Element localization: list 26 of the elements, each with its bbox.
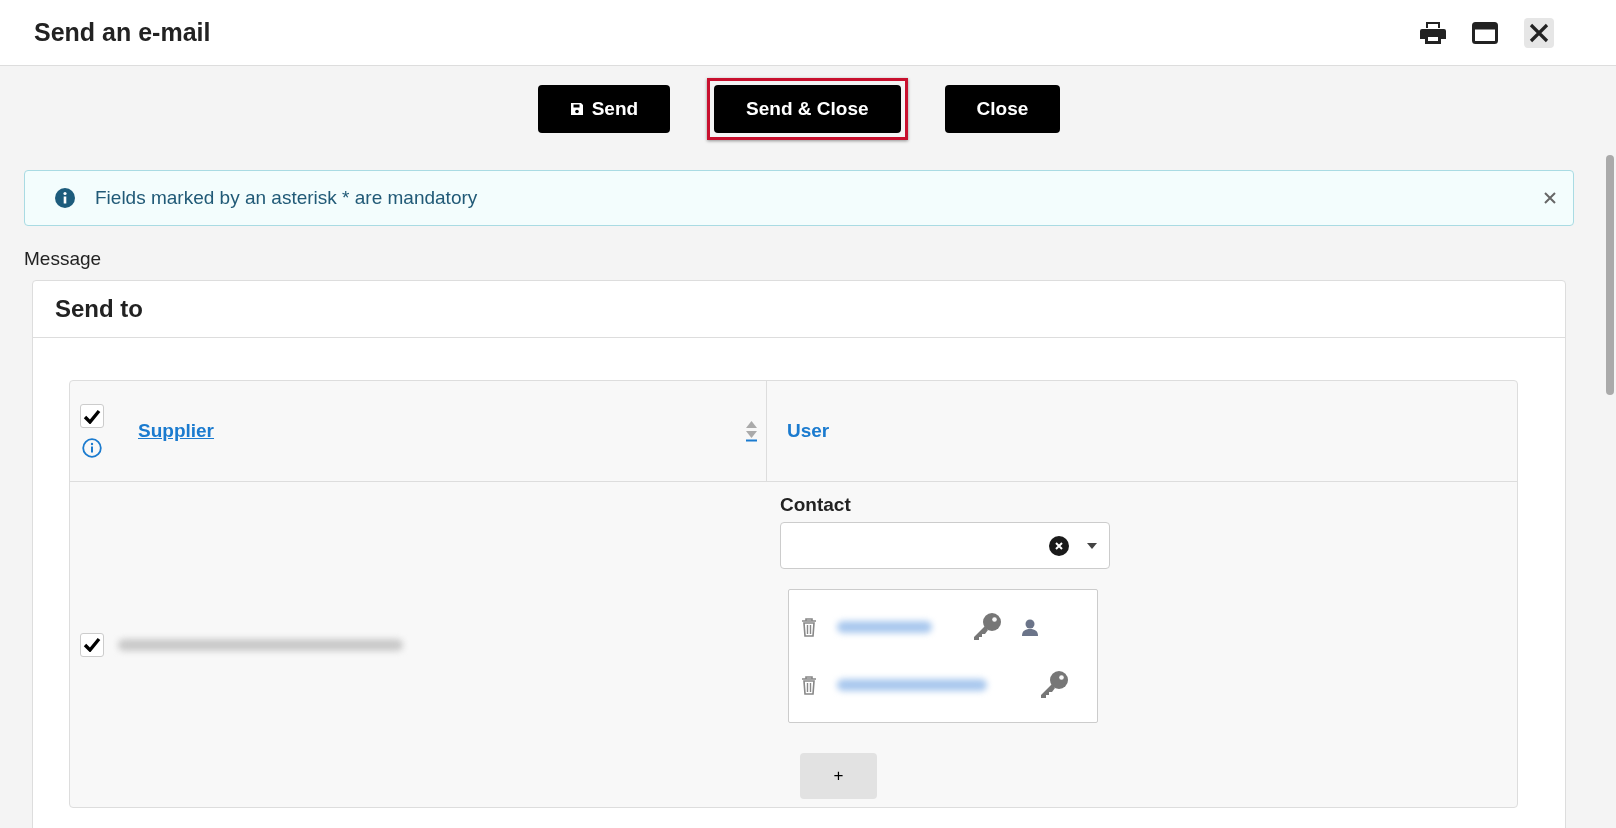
column-header[interactable]: Supplier xyxy=(138,420,745,442)
section-label: Message xyxy=(24,248,102,270)
toolbar-button[interactable]: Send xyxy=(537,85,671,133)
caret-icon[interactable] xyxy=(1087,542,1097,549)
column-header[interactable]: User xyxy=(787,420,1517,442)
card-title: Send to xyxy=(55,295,143,323)
close-icon[interactable] xyxy=(1524,17,1554,48)
print-icon[interactable] xyxy=(1420,20,1446,45)
banner-text: Fields marked by an asterisk * are mandatory xyxy=(95,187,479,209)
sort-icon[interactable] xyxy=(745,420,758,442)
checkbox[interactable] xyxy=(80,404,104,428)
field-label: Contact xyxy=(780,494,851,516)
toolbar-button[interactable]: Close xyxy=(944,85,1061,133)
clear-icon[interactable] xyxy=(1049,535,1069,556)
key-icon[interactable] xyxy=(972,612,1002,642)
toolbar-button[interactable]: Send & Close xyxy=(714,85,901,133)
maximize-icon[interactable] xyxy=(1472,21,1498,44)
save-icon xyxy=(569,102,584,116)
trash-icon[interactable] xyxy=(801,675,817,695)
key-icon[interactable] xyxy=(1039,670,1069,700)
checkbox[interactable] xyxy=(80,632,104,657)
trash-icon[interactable] xyxy=(801,617,817,637)
add-button[interactable]: + xyxy=(800,753,877,799)
dialog-title: Send an e-mail xyxy=(34,18,212,47)
info-icon[interactable] xyxy=(82,438,102,458)
info-icon xyxy=(55,188,75,208)
